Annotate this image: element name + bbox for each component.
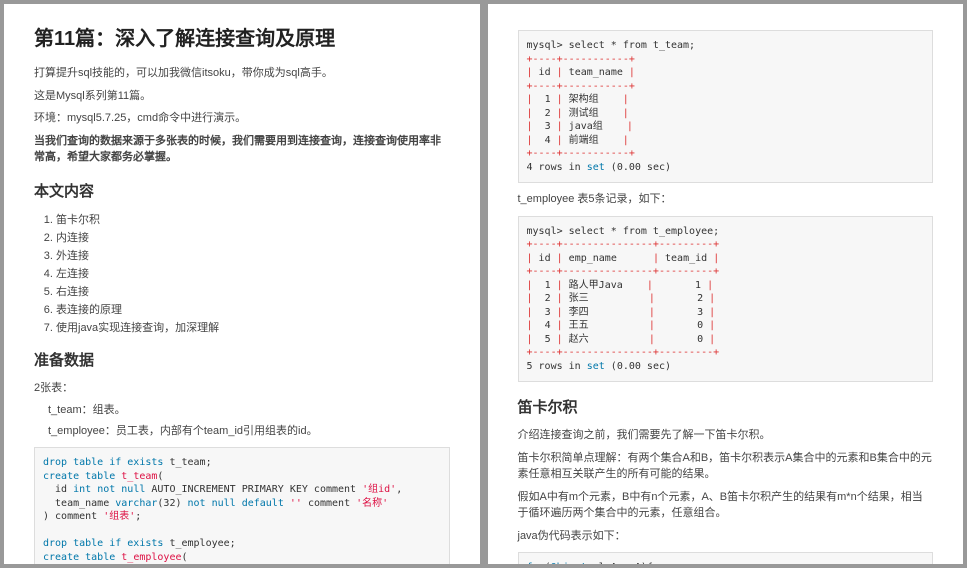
emp-note: t_employee 表5条记录，如下： [518, 191, 934, 208]
toc-item: 外连接 [56, 247, 450, 263]
sql-create-block: drop table if exists t_team; create tabl… [34, 447, 450, 564]
cart-p2: 笛卡尔积简单点理解：有两个集合A和B，笛卡尔积表示A集合中的元素和B集合中的元素… [518, 450, 934, 483]
intro-2: 这是Mysql系列第11篇。 [34, 88, 450, 105]
employee-query-block: mysql> select * from t_employee; +----+-… [518, 216, 934, 383]
toc-item: 右连接 [56, 283, 450, 299]
team-query-block: mysql> select * from t_team; +----+-----… [518, 30, 934, 183]
prepare-heading: 准备数据 [34, 349, 450, 370]
intro-3: 环境：mysql5.7.25，cmd命令中进行演示。 [34, 110, 450, 127]
cart-p4: java伪代码表示如下： [518, 528, 934, 545]
toc-item: 表连接的原理 [56, 301, 450, 317]
page-left: 第11篇：深入了解连接查询及原理 打算提升sql技能的，可以加我微信itsoku… [4, 4, 480, 564]
toc-item: 内连接 [56, 229, 450, 245]
highlight-paragraph: 当我们查询的数据来源于多张表的时候，我们需要用到连接查询，连接查询使用率非常高，… [34, 133, 450, 166]
toc-item: 使用java实现连接查询，加深理解 [56, 319, 450, 335]
article-title: 第11篇：深入了解连接查询及原理 [34, 22, 450, 51]
java-pseudo-code: for(Object eleA : A){ for(Object eleB : … [518, 552, 934, 564]
toc-item: 左连接 [56, 265, 450, 281]
t-team-desc: t_team：组表。 [48, 402, 450, 419]
t-employee-desc: t_employee：员工表，内部有个team_id引用组表的id。 [48, 423, 450, 440]
toc-list: 笛卡尔积 内连接 外连接 左连接 右连接 表连接的原理 使用java实现连接查询… [56, 211, 450, 335]
contents-heading: 本文内容 [34, 180, 450, 201]
page-right: mysql> select * from t_team; +----+-----… [488, 4, 964, 564]
cart-p3: 假如A中有m个元素，B中有n个元素，A、B笛卡尔积产生的结果有m*n个结果，相当… [518, 489, 934, 522]
two-tables-label: 2张表： [34, 380, 450, 397]
cartesian-heading: 笛卡尔积 [518, 396, 934, 417]
cart-p1: 介绍连接查询之前，我们需要先了解一下笛卡尔积。 [518, 427, 934, 444]
intro-1: 打算提升sql技能的，可以加我微信itsoku，带你成为sql高手。 [34, 65, 450, 82]
toc-item: 笛卡尔积 [56, 211, 450, 227]
